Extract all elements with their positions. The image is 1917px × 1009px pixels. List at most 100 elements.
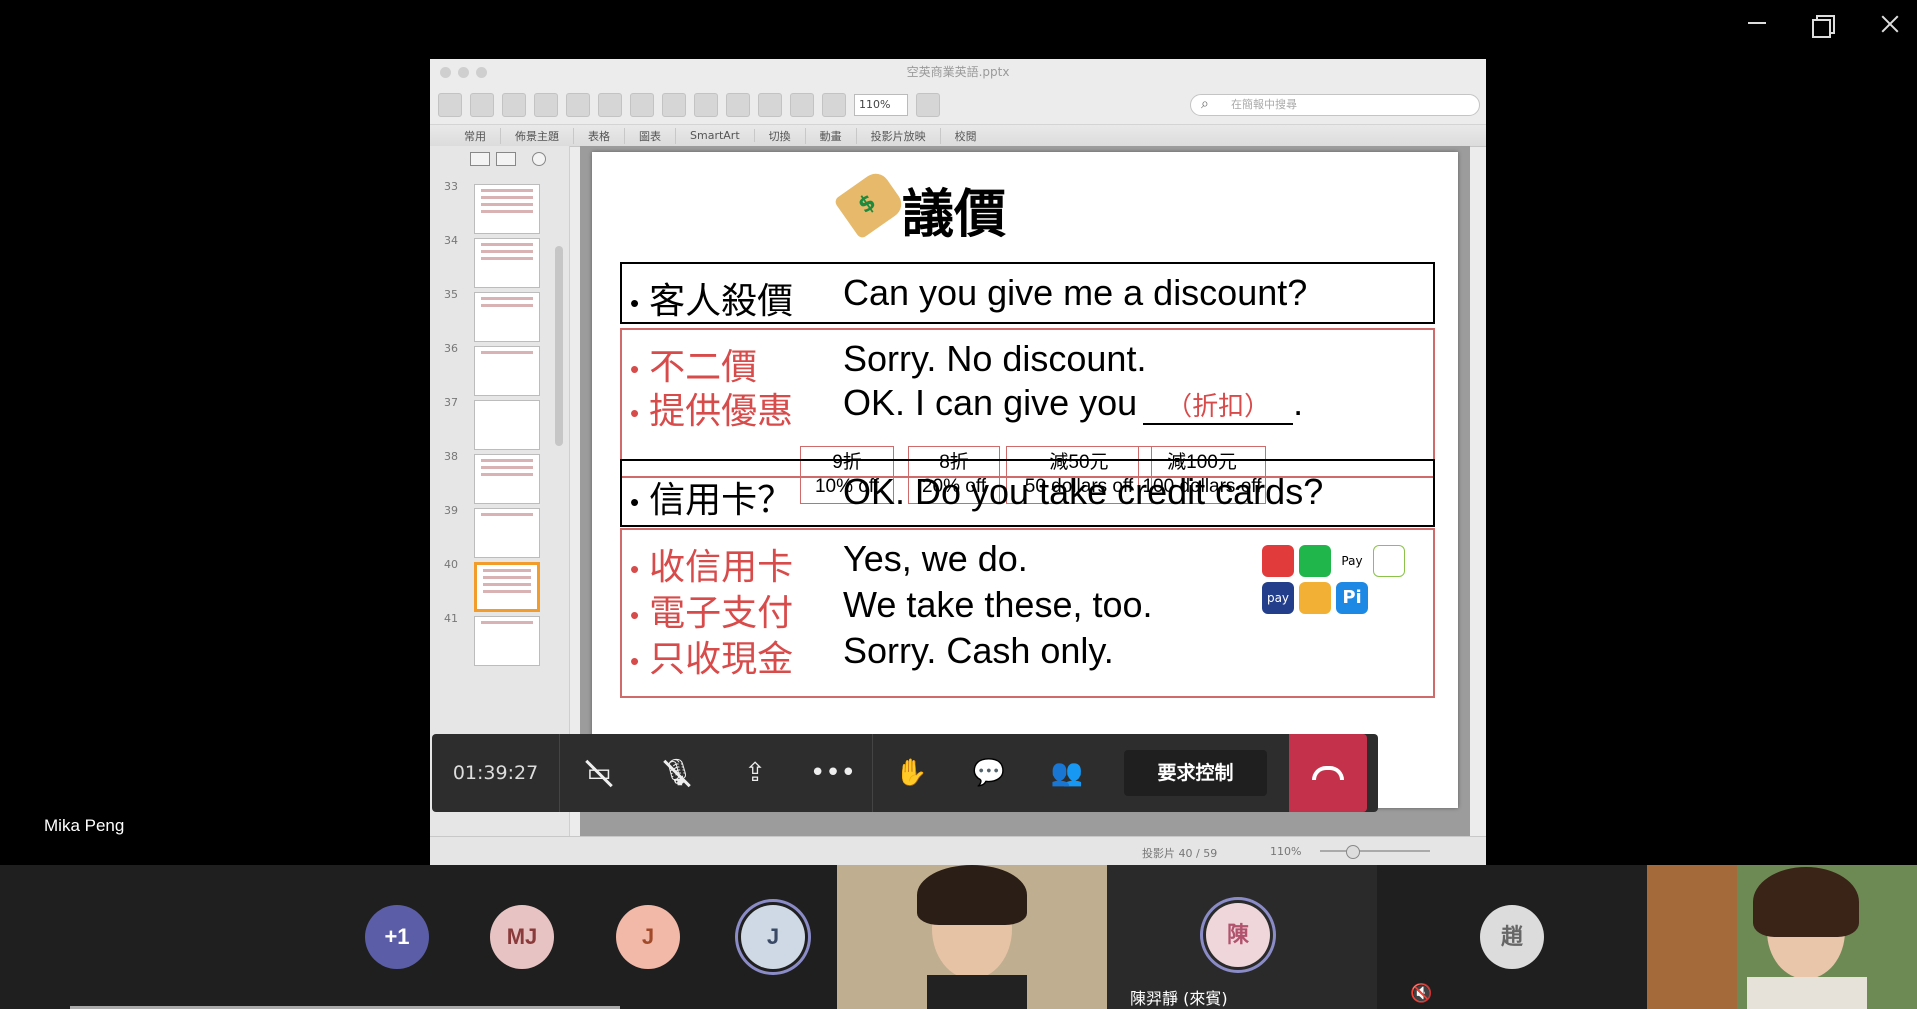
window-controls (1739, 6, 1909, 40)
tab-smartart[interactable]: SmartArt (676, 129, 755, 142)
minimize-icon[interactable] (1739, 6, 1777, 40)
slide-thumb[interactable]: 39 (444, 504, 554, 564)
teams-meeting-window: 空英商業英語.pptx 110% 在簡報中搜尋 常用 佈景主題 表格 圖表 Sm (0, 0, 1917, 1009)
traffic-lights (440, 67, 487, 78)
background-bookshelf (1647, 865, 1737, 1009)
undo-icon[interactable] (726, 92, 750, 117)
participant-strip: +1 MJ J J 陳 陳羿靜 (來賓) 趙 🔇 (0, 865, 1917, 1009)
line-pay-icon (1299, 545, 1331, 577)
call-timer: 01:39:27 (432, 734, 560, 812)
tab-review[interactable]: 校閱 (941, 128, 991, 144)
row-offer: • 提供優惠 OK. I can give you （折扣）. (630, 382, 1304, 431)
save-icon[interactable] (534, 92, 558, 117)
mic-muted-icon: 🔇 (1410, 983, 1433, 1004)
hang-up-button[interactable] (1289, 734, 1367, 812)
row-zh: 客人殺價 (649, 280, 794, 321)
request-control-button[interactable]: 要求控制 (1124, 750, 1267, 796)
row-bargain: • 客人殺價 Can you give me a discount? (630, 272, 1308, 321)
slide-number: 33 (444, 180, 458, 193)
slide-number: 40 (444, 558, 458, 571)
restore-icon[interactable] (1805, 6, 1843, 40)
gallery-icon[interactable] (470, 92, 494, 117)
tab-slideshow[interactable]: 投影片放映 (857, 127, 941, 144)
slide-thumb[interactable]: 41 (444, 612, 554, 672)
video-tile[interactable] (1647, 865, 1917, 1009)
close-panel-icon[interactable] (532, 152, 546, 166)
row-accept-card: • 收信用卡 Yes, we do. (630, 538, 1028, 587)
camera-off-icon[interactable]: ▭ (560, 734, 638, 812)
participant-hair (917, 865, 1027, 925)
paste-icon[interactable] (662, 92, 686, 117)
tab-transitions[interactable]: 切換 (755, 127, 806, 144)
status-zoom: 110% (1270, 845, 1302, 858)
panel-tabs (430, 146, 569, 174)
row-zh: 提供優惠 (649, 390, 794, 431)
tab-tables[interactable]: 表格 (574, 127, 625, 144)
slide-number: 41 (444, 612, 458, 625)
copy-icon[interactable] (630, 92, 654, 117)
phone-icon (1312, 766, 1344, 780)
slide-thumbnails-panel: 33 34 35 36 37 38 39 40 41 (430, 146, 570, 836)
redo-icon[interactable] (758, 92, 782, 117)
row-zh: 只收現金 (649, 638, 794, 679)
format-icon[interactable] (694, 92, 718, 117)
samsung-pay-icon: pay (1262, 582, 1294, 614)
share-screen-icon[interactable]: ⇪ (716, 734, 794, 812)
more-options-icon[interactable]: ••• (794, 734, 872, 812)
app-titlebar: 空英商業英語.pptx (430, 59, 1486, 85)
row-en: OK. I can give you (843, 382, 1138, 423)
avatar-speaking: 陳 (1206, 903, 1270, 967)
slide-thumb[interactable]: 36 (444, 342, 554, 402)
app-statusbar: 投影片 40 / 59 110% (430, 836, 1486, 865)
slide-thumb[interactable]: 37 (444, 396, 554, 456)
avatar[interactable]: MJ (490, 905, 554, 969)
avatar[interactable]: 趙 (1480, 905, 1544, 969)
chat-icon[interactable]: 💬 (950, 734, 1028, 812)
outline-view-icon[interactable] (496, 152, 516, 166)
row-en: Sorry. Cash only. (843, 630, 1114, 671)
slide-thumb[interactable]: 35 (444, 288, 554, 348)
tab-home[interactable]: 常用 (450, 127, 501, 144)
slide-thumb[interactable]: 38 (444, 450, 554, 510)
tab-themes[interactable]: 佈景主題 (501, 127, 574, 144)
raise-hand-icon[interactable]: ✋ (872, 734, 950, 812)
slide-number: 38 (444, 450, 458, 463)
participant-shirt (1747, 977, 1867, 1009)
slide-thumb[interactable]: 34 (444, 234, 554, 294)
box-credit-card: • 信用卡？ OK. Do you take credit cards? (620, 459, 1435, 527)
new-icon[interactable] (438, 92, 462, 117)
box-seller-reply: • 不二價 Sorry. No discount. • 提供優惠 OK. I can… (620, 328, 1435, 504)
row-credit: • 信用卡？ OK. Do you take credit cards? (630, 471, 1324, 520)
row-en: Sorry. No discount. (843, 338, 1147, 379)
slide-thumb[interactable]: 33 (444, 180, 554, 240)
zoom-slider[interactable] (1320, 845, 1430, 859)
document-title: 空英商業英語.pptx (906, 65, 1010, 79)
avatar-overflow[interactable]: +1 (365, 905, 429, 969)
participant-hair (1753, 867, 1859, 937)
tab-charts[interactable]: 圖表 (625, 127, 676, 144)
show-icon[interactable] (822, 92, 846, 117)
google-pay-icon (1373, 545, 1405, 577)
slide-title: 議價 (902, 184, 1007, 245)
tab-animations[interactable]: 動畫 (806, 127, 857, 144)
close-icon[interactable] (1871, 6, 1909, 40)
participants-icon[interactable]: 👥 (1028, 734, 1106, 812)
slide-number: 36 (444, 342, 458, 355)
video-tile[interactable] (837, 865, 1107, 1009)
slide-icon[interactable] (790, 92, 814, 117)
slide-number: 34 (444, 234, 458, 247)
search-input[interactable]: 在簡報中搜尋 (1190, 93, 1480, 116)
cut-icon[interactable] (598, 92, 622, 117)
avatar-speaking[interactable]: J (741, 905, 805, 969)
open-icon[interactable] (502, 92, 526, 117)
slide-thumb-active[interactable]: 40 (444, 558, 554, 618)
slides-view-icon[interactable] (470, 152, 490, 166)
print-icon[interactable] (566, 92, 590, 117)
row-zh: 不二價 (649, 346, 758, 387)
mic-off-icon[interactable]: 🎙 (638, 734, 716, 812)
participant-shirt (927, 975, 1027, 1009)
thumbnails-scrollbar[interactable] (555, 246, 563, 446)
help-icon[interactable] (916, 92, 940, 117)
avatar[interactable]: J (616, 905, 680, 969)
zoom-select[interactable]: 110% (854, 93, 908, 116)
